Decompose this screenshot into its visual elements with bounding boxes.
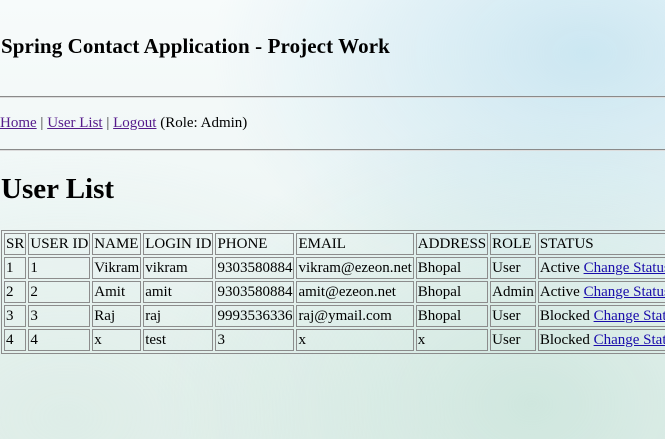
cell-sr: 1	[4, 257, 27, 279]
table-header-row: SR USER ID NAME LOGIN ID PHONE EMAIL ADD…	[4, 233, 665, 255]
cell-login-id: test	[143, 329, 214, 351]
status-text: Blocked	[539, 331, 590, 348]
cell-user-id: 2	[28, 281, 91, 303]
column-header-address: ADDRESS	[415, 233, 489, 255]
table-row: 2 2 Amit amit 9303580884 amit@ezeon.net …	[4, 281, 665, 303]
column-header-phone: PHONE	[215, 233, 295, 255]
cell-phone: 9993536336	[215, 305, 295, 327]
bottom-divider	[0, 149, 665, 151]
cell-email: raj@ymail.com	[296, 305, 414, 327]
logout-link[interactable]: Logout	[113, 115, 156, 131]
top-divider	[0, 96, 665, 98]
cell-sr: 4	[4, 329, 27, 351]
column-header-sr: SR	[4, 233, 27, 255]
table-row: 1 1 Vikram vikram 9303580884 vikram@ezeo…	[4, 257, 665, 279]
cell-role: User	[490, 329, 536, 351]
cell-address: Bhopal	[415, 257, 489, 279]
nav-bar: Home | User List | Logout (Role: Admin)	[0, 115, 247, 132]
cell-user-id: 1	[28, 257, 91, 279]
cell-phone: 9303580884	[215, 281, 295, 303]
page-title: User List	[1, 173, 115, 205]
cell-name: Vikram	[92, 257, 142, 279]
nav-separator: |	[106, 115, 110, 131]
column-header-email: EMAIL	[296, 233, 414, 255]
table-row: 3 3 Raj raj 9993536336 raj@ymail.com Bho…	[4, 305, 665, 327]
cell-login-id: vikram	[143, 257, 214, 279]
column-header-role: ROLE	[490, 233, 536, 255]
cell-login-id: raj	[143, 305, 214, 327]
change-status-link[interactable]: Change Status	[584, 260, 665, 276]
cell-sr: 2	[4, 281, 27, 303]
status-text: Blocked	[539, 307, 590, 324]
column-header-name: NAME	[92, 233, 142, 255]
cell-email: x	[296, 329, 414, 351]
column-header-user-id: USER ID	[28, 233, 91, 255]
user-list-link[interactable]: User List	[47, 115, 102, 131]
cell-email: amit@ezeon.net	[296, 281, 414, 303]
cell-email: vikram@ezeon.net	[296, 257, 414, 279]
cell-status: Active Change Status	[537, 281, 665, 303]
cell-address: Bhopal	[415, 281, 489, 303]
cell-role: Admin	[490, 281, 536, 303]
cell-status: Blocked Change Status	[537, 329, 665, 351]
cell-login-id: amit	[143, 281, 214, 303]
cell-status: Blocked Change Status	[537, 305, 665, 327]
cell-name: Amit	[92, 281, 142, 303]
user-table: SR USER ID NAME LOGIN ID PHONE EMAIL ADD…	[1, 230, 665, 354]
cell-name: x	[92, 329, 142, 351]
cell-role: User	[490, 305, 536, 327]
change-status-link[interactable]: Change Status	[584, 284, 665, 300]
status-text: Active	[539, 259, 580, 276]
cell-user-id: 4	[28, 329, 91, 351]
cell-status: Active Change Status	[537, 257, 665, 279]
status-text: Active	[539, 283, 580, 300]
cell-phone: 3	[215, 329, 295, 351]
change-status-link[interactable]: Change Status	[594, 308, 665, 324]
column-header-status: STATUS	[537, 233, 665, 255]
nav-separator: |	[40, 115, 44, 131]
cell-phone: 9303580884	[215, 257, 295, 279]
app-title: Spring Contact Application - Project Wor…	[1, 34, 390, 58]
role-text: (Role: Admin)	[160, 115, 248, 131]
cell-user-id: 3	[28, 305, 91, 327]
home-link[interactable]: Home	[0, 115, 37, 131]
cell-address: Bhopal	[415, 305, 489, 327]
cell-role: User	[490, 257, 536, 279]
table-row: 4 4 x test 3 x x User Blocked Change Sta…	[4, 329, 665, 351]
change-status-link[interactable]: Change Status	[594, 332, 665, 348]
cell-name: Raj	[92, 305, 142, 327]
column-header-login-id: LOGIN ID	[143, 233, 214, 255]
cell-address: x	[415, 329, 489, 351]
cell-sr: 3	[4, 305, 27, 327]
